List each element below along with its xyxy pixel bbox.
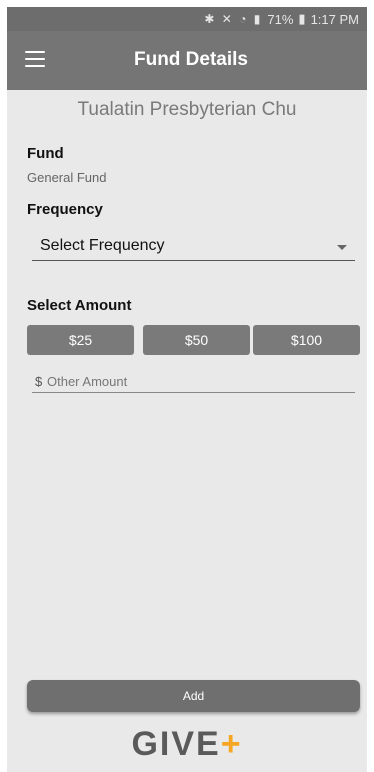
amount-button-100[interactable]: $100 bbox=[253, 325, 360, 355]
fund-label: Fund bbox=[27, 145, 64, 162]
status-icons: ✱ ✕ ◔ ▮ bbox=[204, 12, 263, 26]
battery-level: 71% bbox=[267, 11, 294, 27]
logo-plus: + bbox=[220, 725, 243, 763]
organization-name: Tualatin Presbyterian Chu bbox=[77, 99, 297, 120]
other-amount-placeholder: Other Amount bbox=[47, 374, 128, 389]
logo-text: GIVE bbox=[131, 725, 221, 763]
frequency-label: Frequency bbox=[27, 201, 103, 218]
app-bar: Fund Details bbox=[7, 31, 367, 90]
amount-options: $25 $50 $100 bbox=[27, 325, 360, 355]
select-amount-label: Select Amount bbox=[27, 297, 132, 314]
dollar-prefix: $ bbox=[35, 374, 43, 389]
chevron-down-icon bbox=[337, 245, 347, 250]
status-bar: ✱ ✕ ◔ ▮ 71% ▮ 1:17 PM bbox=[7, 7, 367, 31]
page-title: Fund Details bbox=[133, 49, 248, 70]
battery-icon: ▮ bbox=[298, 11, 306, 26]
app-screen: ✱ ✕ ◔ ▮ 71% ▮ 1:17 PM Fund Details Tuala… bbox=[7, 7, 367, 772]
frequency-select[interactable]: Select Frequency bbox=[32, 233, 355, 261]
add-button[interactable]: Add bbox=[27, 680, 360, 712]
other-amount-input[interactable]: $ Other Amount bbox=[32, 371, 355, 393]
clock: 1:17 PM bbox=[310, 11, 359, 27]
amount-button-25[interactable]: $25 bbox=[27, 325, 134, 355]
frequency-select-value: Select Frequency bbox=[40, 237, 165, 254]
amount-button-50[interactable]: $50 bbox=[143, 325, 250, 355]
give-plus-logo: GIVE+ bbox=[7, 725, 367, 764]
fund-value: General Fund bbox=[27, 170, 107, 185]
